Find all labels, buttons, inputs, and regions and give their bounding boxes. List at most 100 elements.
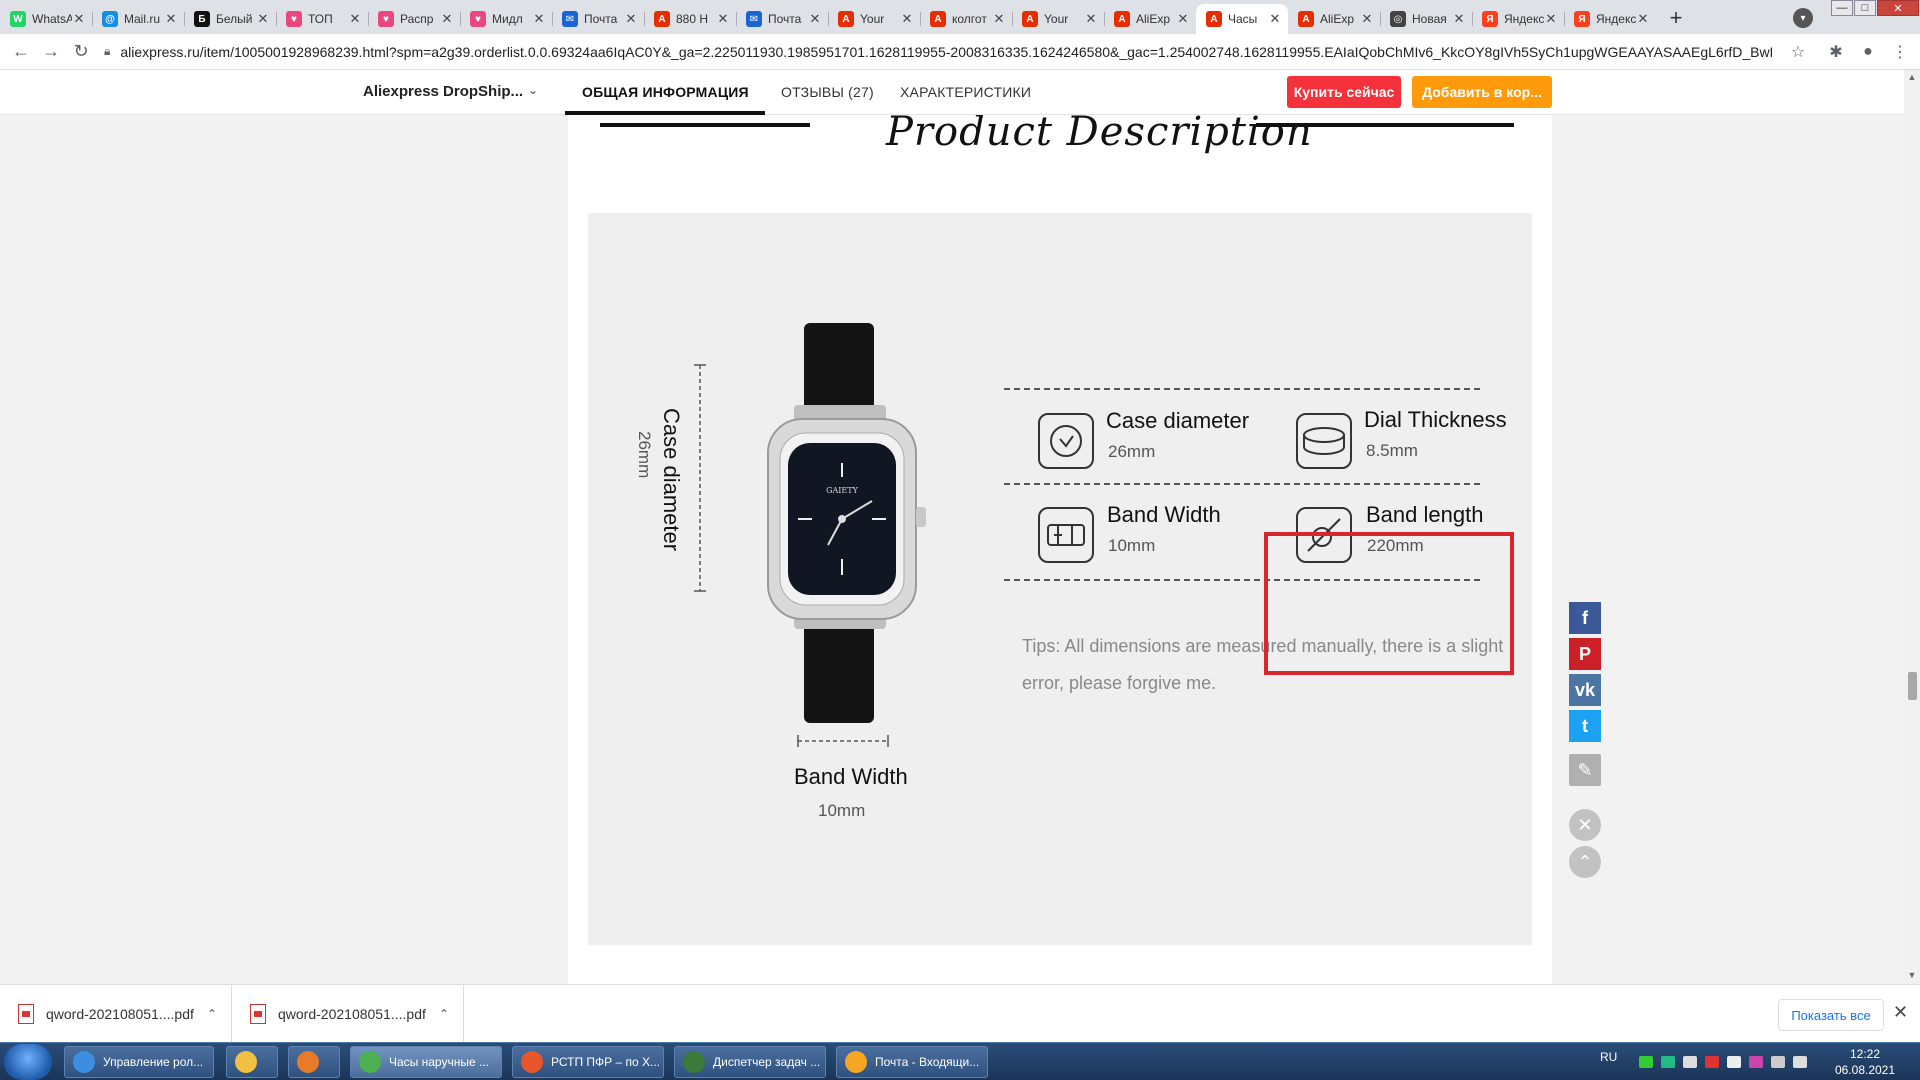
close-download-bar-icon[interactable]: ✕ [1893, 1002, 1908, 1023]
scroll-down-arrow-icon[interactable]: ▼ [1907, 970, 1917, 980]
chevron-up-icon[interactable]: ⌃ [439, 1007, 449, 1021]
chevron-up-icon[interactable]: ⌃ [207, 1007, 217, 1021]
tray-app-icon[interactable] [1705, 1056, 1720, 1068]
tray-app-icon[interactable] [1727, 1056, 1742, 1068]
tab-specifications[interactable]: ХАРАКТЕРИСТИКИ [900, 84, 1031, 100]
volume-icon[interactable] [1793, 1056, 1808, 1068]
tab-favicon-icon: Я [1574, 11, 1590, 27]
tab-close-icon[interactable]: ✕ [1268, 11, 1282, 27]
browser-tab[interactable]: A Часы ✕ [1196, 4, 1288, 34]
menu-kebab-icon[interactable]: ⋮ [1884, 37, 1916, 67]
browser-tab[interactable]: ◎ Новая ✕ [1380, 4, 1472, 34]
store-name[interactable]: Aliexpress DropShip... [363, 83, 523, 100]
tab-close-icon[interactable]: ✕ [1544, 11, 1558, 27]
browser-tab[interactable]: Я Яндекс ✕ [1472, 4, 1564, 34]
download-item[interactable]: qword-202108051....pdf ⌃ [232, 985, 464, 1043]
tab-close-icon[interactable]: ✕ [1452, 11, 1466, 27]
browser-tab[interactable]: A AliExp ✕ [1104, 4, 1196, 34]
twitter-share-button[interactable]: t [1569, 710, 1601, 742]
taskbar-app-button[interactable] [288, 1046, 340, 1078]
browser-tab[interactable]: Я Яндекс ✕ [1564, 4, 1656, 34]
network-icon[interactable] [1771, 1056, 1786, 1068]
scroll-up-icon[interactable]: ⌃ [1569, 846, 1601, 878]
close-window-button[interactable]: ✕ [1877, 0, 1919, 16]
browser-tab[interactable]: A AliExp ✕ [1288, 4, 1380, 34]
tab-reviews[interactable]: ОТЗЫВЫ (27) [781, 84, 874, 100]
clock-icon [1038, 413, 1094, 469]
tab-close-icon[interactable]: ✕ [1360, 11, 1374, 27]
bookmark-star-icon[interactable]: ☆ [1782, 37, 1814, 67]
browser-tab[interactable]: ♥ Мидл ✕ [460, 4, 552, 34]
tab-close-icon[interactable]: ✕ [992, 11, 1006, 27]
minimize-button[interactable]: — [1831, 0, 1853, 16]
taskbar-app-button[interactable]: Управление рол... [64, 1046, 214, 1078]
tray-app-icon[interactable] [1639, 1056, 1654, 1068]
scroll-up-arrow-icon[interactable]: ▲ [1907, 72, 1917, 82]
language-indicator[interactable]: RU [1600, 1050, 1617, 1064]
forward-arrow-icon[interactable]: → [36, 37, 66, 67]
browser-tab[interactable]: Б Белый ✕ [184, 4, 276, 34]
back-arrow-icon[interactable]: ← [6, 37, 36, 67]
tab-title: Your [860, 12, 885, 26]
maximize-button[interactable]: □ [1854, 0, 1876, 16]
tab-close-icon[interactable]: ✕ [1176, 11, 1190, 27]
taskbar-app-button[interactable]: Часы наручные ... [350, 1046, 502, 1078]
browser-tab[interactable]: ♥ ТОП ✕ [276, 4, 368, 34]
tab-close-icon[interactable]: ✕ [532, 11, 546, 27]
tab-general-info[interactable]: ОБЩАЯ ИНФОРМАЦИЯ [582, 84, 749, 100]
tab-close-icon[interactable]: ✕ [256, 11, 270, 27]
tab-close-icon[interactable]: ✕ [440, 11, 454, 27]
tab-close-icon[interactable]: ✕ [72, 11, 86, 27]
tab-close-icon[interactable]: ✕ [716, 11, 730, 27]
scrollbar-thumb[interactable] [1908, 672, 1917, 700]
tray-app-icon[interactable] [1683, 1056, 1698, 1068]
pdf-file-icon [250, 1004, 266, 1024]
system-tray: RU [1600, 1043, 1815, 1080]
taskbar-app-button[interactable]: РСТП ПФР – по Х... [512, 1046, 664, 1078]
vk-share-button[interactable]: vk [1569, 674, 1601, 706]
tray-app-icon[interactable] [1749, 1056, 1764, 1068]
new-tab-button[interactable]: + [1662, 4, 1690, 32]
lock-icon[interactable]: 🔒︎ [104, 44, 110, 59]
browser-tab[interactable]: @ Mail.ru ✕ [92, 4, 184, 34]
browser-tab[interactable]: Aколгот ✕ [920, 4, 1012, 34]
tab-close-icon[interactable]: ✕ [348, 11, 362, 27]
download-filename: qword-202108051....pdf [46, 1006, 194, 1022]
reload-icon[interactable]: ↻ [66, 37, 96, 67]
taskbar-app-button[interactable]: Диспетчер задач ... [674, 1046, 826, 1078]
taskbar-clock[interactable]: 12:22 06.08.2021 [1826, 1046, 1904, 1078]
facebook-share-button[interactable]: f [1569, 602, 1601, 634]
browser-tab[interactable]: W WhatsApp✕ [0, 4, 92, 34]
tab-search-icon[interactable]: ▾ [1793, 8, 1813, 28]
tab-close-icon[interactable]: ✕ [808, 11, 822, 27]
tab-close-icon[interactable]: ✕ [624, 11, 638, 27]
download-item[interactable]: qword-202108051....pdf ⌃ [0, 985, 232, 1043]
pinterest-share-button[interactable]: P [1569, 638, 1601, 670]
browser-tab[interactable]: A Your ✕ [828, 4, 920, 34]
taskbar-app-button[interactable] [226, 1046, 278, 1078]
tab-close-icon[interactable]: ✕ [900, 11, 914, 27]
address-bar[interactable]: 🔒︎ aliexpress.ru/item/1005001928968239.h… [104, 38, 1772, 66]
taskbar-app-label: Диспетчер задач ... [713, 1055, 821, 1069]
page-scrollbar[interactable]: ▲ ▼ [1904, 70, 1920, 984]
browser-tab[interactable]: ♥ Распр ✕ [368, 4, 460, 34]
taskbar-app-button[interactable]: Почта - Входящи... [836, 1046, 988, 1078]
tab-close-icon[interactable]: ✕ [1636, 11, 1650, 27]
browser-tab[interactable]: A Your ✕ [1012, 4, 1104, 34]
browser-tab[interactable]: ✉ Почта ✕ [736, 4, 828, 34]
chevron-down-icon[interactable]: ⌄ [528, 83, 538, 97]
edit-pencil-icon[interactable]: ✎ [1569, 754, 1601, 786]
add-to-cart-button[interactable]: Добавить в кор... [1412, 76, 1552, 108]
show-all-downloads-button[interactable]: Показать все [1778, 999, 1884, 1031]
start-button[interactable] [4, 1044, 52, 1080]
tray-app-icon[interactable] [1661, 1056, 1676, 1068]
browser-tab[interactable]: A 880 H ✕ [644, 4, 736, 34]
extensions-icon[interactable]: ✱ [1820, 37, 1852, 67]
close-icon[interactable]: ✕ [1569, 809, 1601, 841]
tab-close-icon[interactable]: ✕ [1084, 11, 1098, 27]
profile-icon[interactable]: ● [1852, 37, 1884, 67]
tab-title: 880 H [676, 12, 709, 26]
browser-tab[interactable]: ✉ Почта ✕ [552, 4, 644, 34]
tab-close-icon[interactable]: ✕ [164, 11, 178, 27]
buy-now-button[interactable]: Купить сейчас [1287, 76, 1401, 108]
